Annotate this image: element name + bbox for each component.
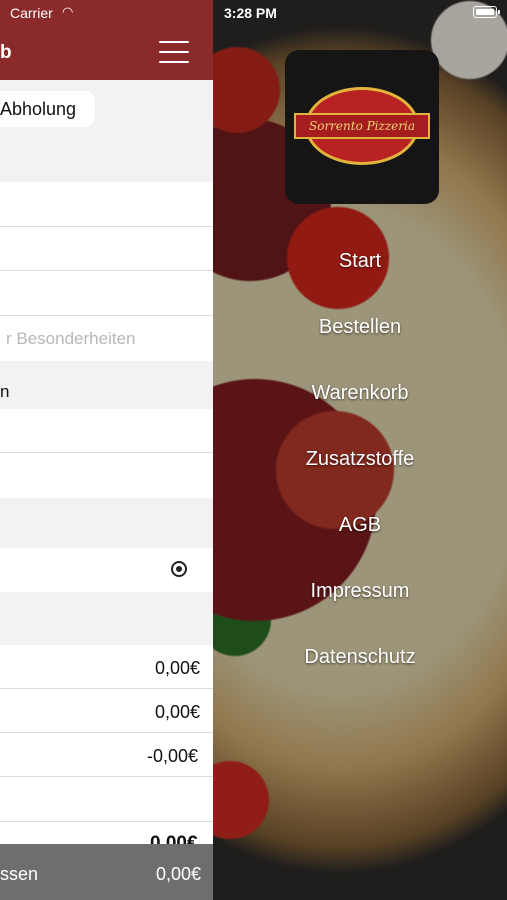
checkout-bar[interactable]: ssen 0,00€ bbox=[0, 844, 213, 900]
carrier-label: Carrier bbox=[10, 5, 53, 21]
cart-title: b bbox=[0, 42, 12, 63]
menu-item-agb[interactable]: AGB bbox=[213, 514, 507, 537]
address-field[interactable] bbox=[0, 182, 213, 227]
restaurant-logo: Sorrento Pizzeria bbox=[285, 50, 439, 204]
summary-section-header bbox=[0, 592, 213, 645]
order-type-pickup-segment[interactable]: Abholung bbox=[0, 91, 95, 127]
summary-value: -0,00€ bbox=[147, 746, 199, 766]
form-row-label: n bbox=[0, 382, 10, 401]
notes-placeholder: r Besonderheiten bbox=[6, 329, 136, 348]
summary-value: 0,00€ bbox=[155, 702, 201, 722]
battery-icon bbox=[473, 6, 500, 18]
menu-item-zusatzstoffe[interactable]: Zusatzstoffe bbox=[213, 448, 507, 471]
hamburger-menu-icon[interactable] bbox=[159, 41, 189, 63]
contact-field[interactable] bbox=[0, 453, 213, 498]
form-row-grey bbox=[0, 361, 213, 409]
checkout-total: 0,00€ bbox=[155, 864, 201, 884]
checkout-label: ssen bbox=[0, 864, 39, 884]
address-field[interactable] bbox=[0, 271, 213, 316]
menu-item-bestellen[interactable]: Bestellen bbox=[213, 316, 507, 339]
menu-item-start[interactable]: Start bbox=[213, 250, 507, 273]
summary-row bbox=[0, 777, 213, 822]
clock: 3:28 PM bbox=[224, 5, 277, 21]
contact-field[interactable] bbox=[0, 409, 213, 453]
summary-value: 0,00€ bbox=[155, 658, 201, 678]
radio-selected-icon[interactable] bbox=[171, 561, 187, 577]
menu-item-impressum[interactable]: Impressum bbox=[213, 580, 507, 603]
cart-panel: b Abholung r Besonderheiten n 0,00€ 0,00… bbox=[0, 0, 213, 900]
logo-text: Sorrento Pizzeria bbox=[294, 113, 430, 139]
wifi-icon: ◠ bbox=[62, 4, 74, 19]
status-bar: Carrier ◠ 3:28 PM bbox=[0, 0, 507, 28]
payment-section-header bbox=[0, 498, 213, 548]
menu-item-datenschutz[interactable]: Datenschutz bbox=[213, 646, 507, 669]
address-field[interactable] bbox=[0, 227, 213, 271]
menu-item-warenkorb[interactable]: Warenkorb bbox=[213, 382, 507, 405]
